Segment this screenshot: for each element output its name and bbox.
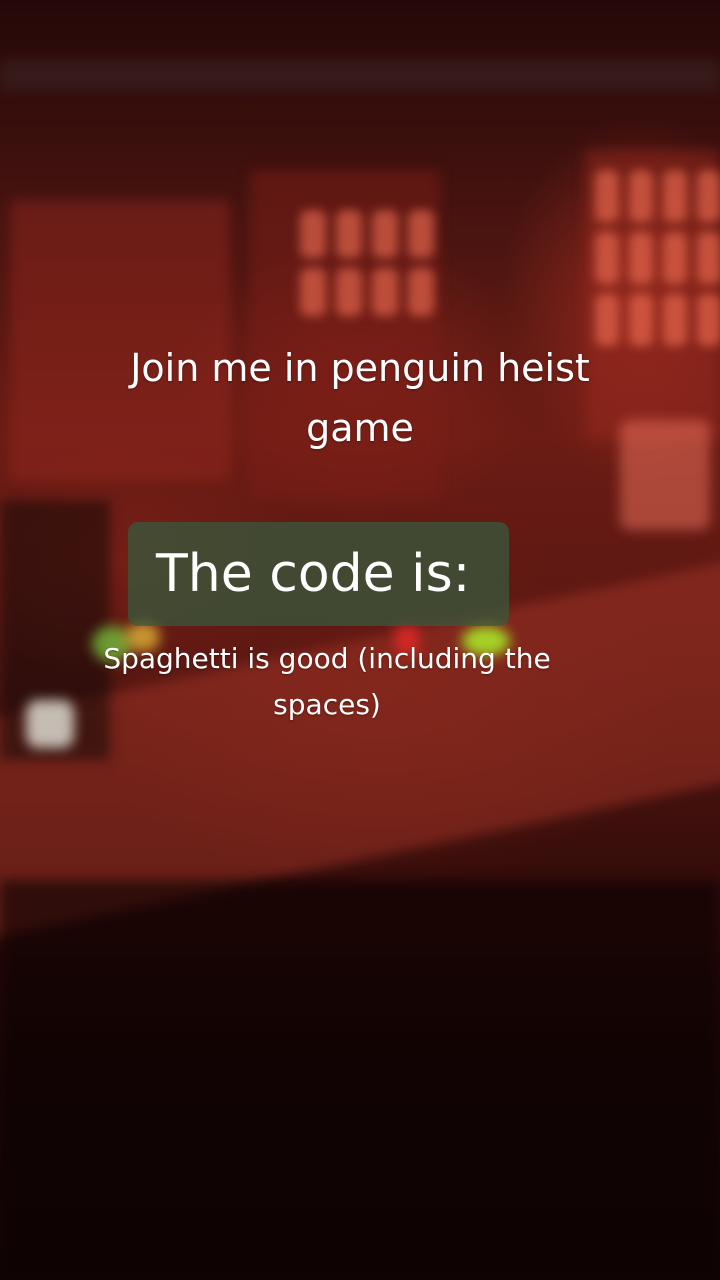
background-lights-center xyxy=(300,210,434,316)
background-lights-right xyxy=(595,170,720,346)
background-floor xyxy=(0,880,720,1280)
code-label-box: The code is: xyxy=(128,522,509,626)
video-frame: Join me in penguin heist game The code i… xyxy=(0,0,720,1280)
background-ceiling xyxy=(0,60,720,90)
code-value-caption: Spaghetti is good (including the spaces) xyxy=(103,642,551,721)
code-label: The code is: xyxy=(156,544,471,604)
headline-caption: Join me in penguin heist game xyxy=(130,346,590,450)
background-bottle-light xyxy=(26,700,74,748)
